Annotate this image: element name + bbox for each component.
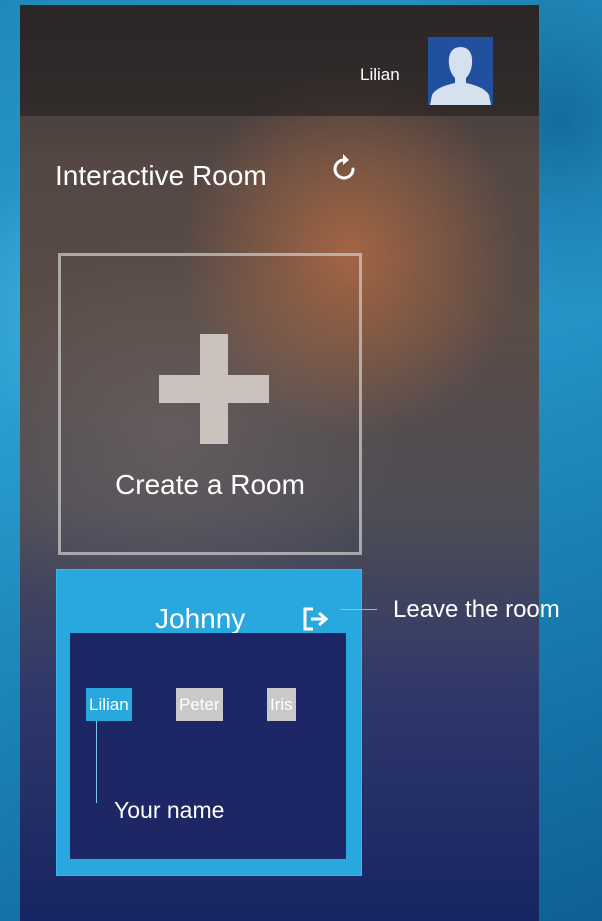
room-card: Johnny Lilian Peter Iris Your name	[56, 569, 362, 876]
app-panel: Lilian Interactive Room Create a Room Jo…	[20, 5, 539, 921]
leave-room-annotation: Leave the room	[393, 596, 560, 623]
create-room-label: Create a Room	[115, 469, 305, 500]
refresh-icon[interactable]	[331, 153, 359, 185]
room-name: Johnny	[155, 603, 246, 634]
members-panel: Lilian Peter Iris Your name	[70, 633, 346, 859]
member-chip[interactable]: Peter	[176, 688, 223, 721]
member-chip[interactable]: Iris	[267, 688, 296, 721]
user-silhouette-icon[interactable]	[428, 37, 493, 105]
plus-icon	[159, 334, 269, 444]
leave-room-icon[interactable]	[303, 604, 329, 634]
leave-pointer-line	[340, 609, 377, 610]
member-chip-self[interactable]: Lilian	[86, 688, 132, 721]
your-name-pointer-line	[96, 721, 97, 803]
page-title: Interactive Room	[55, 160, 267, 191]
username-label: Lilian	[360, 65, 400, 84]
create-room-tile[interactable]: Create a Room	[58, 253, 362, 555]
top-bar: Lilian	[20, 5, 539, 116]
your-name-annotation: Your name	[114, 797, 225, 823]
